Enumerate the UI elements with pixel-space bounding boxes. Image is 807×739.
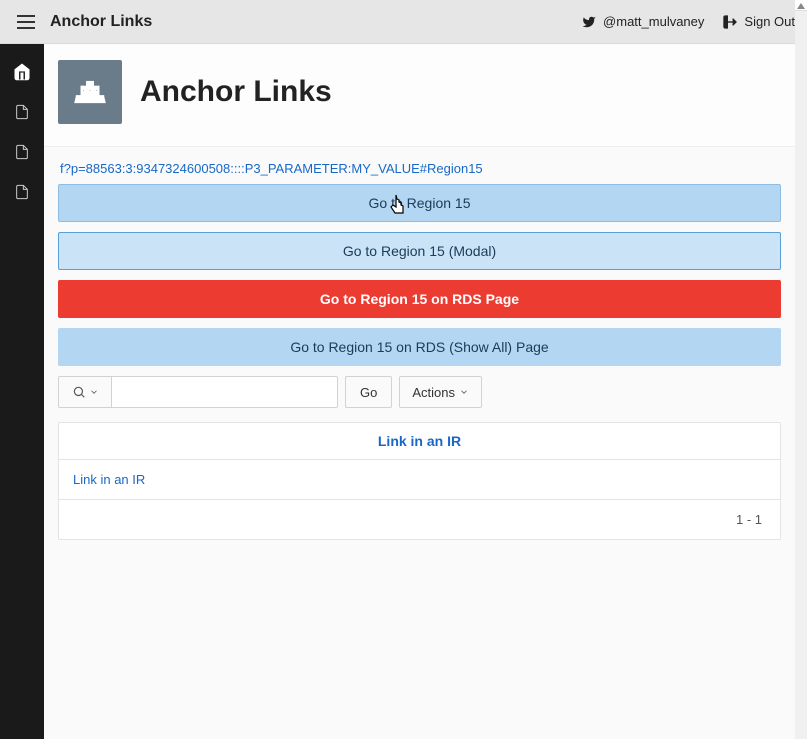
- url-link[interactable]: f?p=88563:3:9347324600508::::P3_PARAMETE…: [60, 161, 781, 176]
- signout-label: Sign Out: [744, 14, 795, 29]
- go-region-15-modal-button[interactable]: Go to Region 15 (Modal): [58, 232, 781, 270]
- button-label: Go to Region 15 (Modal): [343, 243, 496, 259]
- go-region-15-rds-button[interactable]: Go to Region 15 on RDS Page: [58, 280, 781, 318]
- signout-icon: [722, 14, 738, 30]
- twitter-link[interactable]: @matt_mulvaney: [581, 14, 704, 29]
- actions-button[interactable]: Actions: [399, 376, 482, 408]
- ir-column-header[interactable]: Link in an IR: [59, 423, 780, 460]
- button-label: Go to Region 15 on RDS Page: [320, 291, 519, 307]
- ir-report: Link in an IR Link in an IR 1 - 1: [58, 422, 781, 540]
- go-button[interactable]: Go: [345, 376, 392, 408]
- content: Anchor Links f?p=88563:3:9347324600508::…: [44, 44, 795, 739]
- sidebar: [0, 44, 44, 739]
- scroll-up-arrow[interactable]: [795, 1, 807, 11]
- twitter-icon: [581, 15, 597, 29]
- hero-anchor-icon: [58, 60, 122, 124]
- sidebar-home[interactable]: [0, 52, 44, 92]
- button-label: Go to Region 15 on RDS (Show All) Page: [290, 339, 548, 355]
- app-title: Anchor Links: [50, 13, 152, 31]
- report-controls: Go Actions: [58, 376, 781, 408]
- twitter-handle: @matt_mulvaney: [603, 14, 704, 29]
- search-input[interactable]: [112, 376, 338, 408]
- search-dropdown[interactable]: [58, 376, 112, 408]
- sidebar-page-1[interactable]: [0, 92, 44, 132]
- scrollbar-vertical[interactable]: [795, 0, 807, 739]
- go-region-15-rds-showall-button[interactable]: Go to Region 15 on RDS (Show All) Page: [58, 328, 781, 366]
- hero: Anchor Links: [44, 44, 795, 147]
- sidebar-page-3[interactable]: [0, 172, 44, 212]
- actions-label: Actions: [412, 385, 455, 400]
- chevron-down-icon: [459, 387, 469, 397]
- signout-link[interactable]: Sign Out: [722, 14, 795, 30]
- ir-row-link[interactable]: Link in an IR: [59, 460, 780, 500]
- search-icon: [72, 385, 86, 399]
- chevron-down-icon: [89, 387, 99, 397]
- ir-pagination: 1 - 1: [59, 500, 780, 539]
- hamburger-menu[interactable]: [12, 8, 40, 36]
- page-title: Anchor Links: [140, 75, 332, 109]
- button-label: Go to Region 15: [369, 195, 471, 211]
- go-region-15-button[interactable]: Go to Region 15: [58, 184, 781, 222]
- sidebar-page-2[interactable]: [0, 132, 44, 172]
